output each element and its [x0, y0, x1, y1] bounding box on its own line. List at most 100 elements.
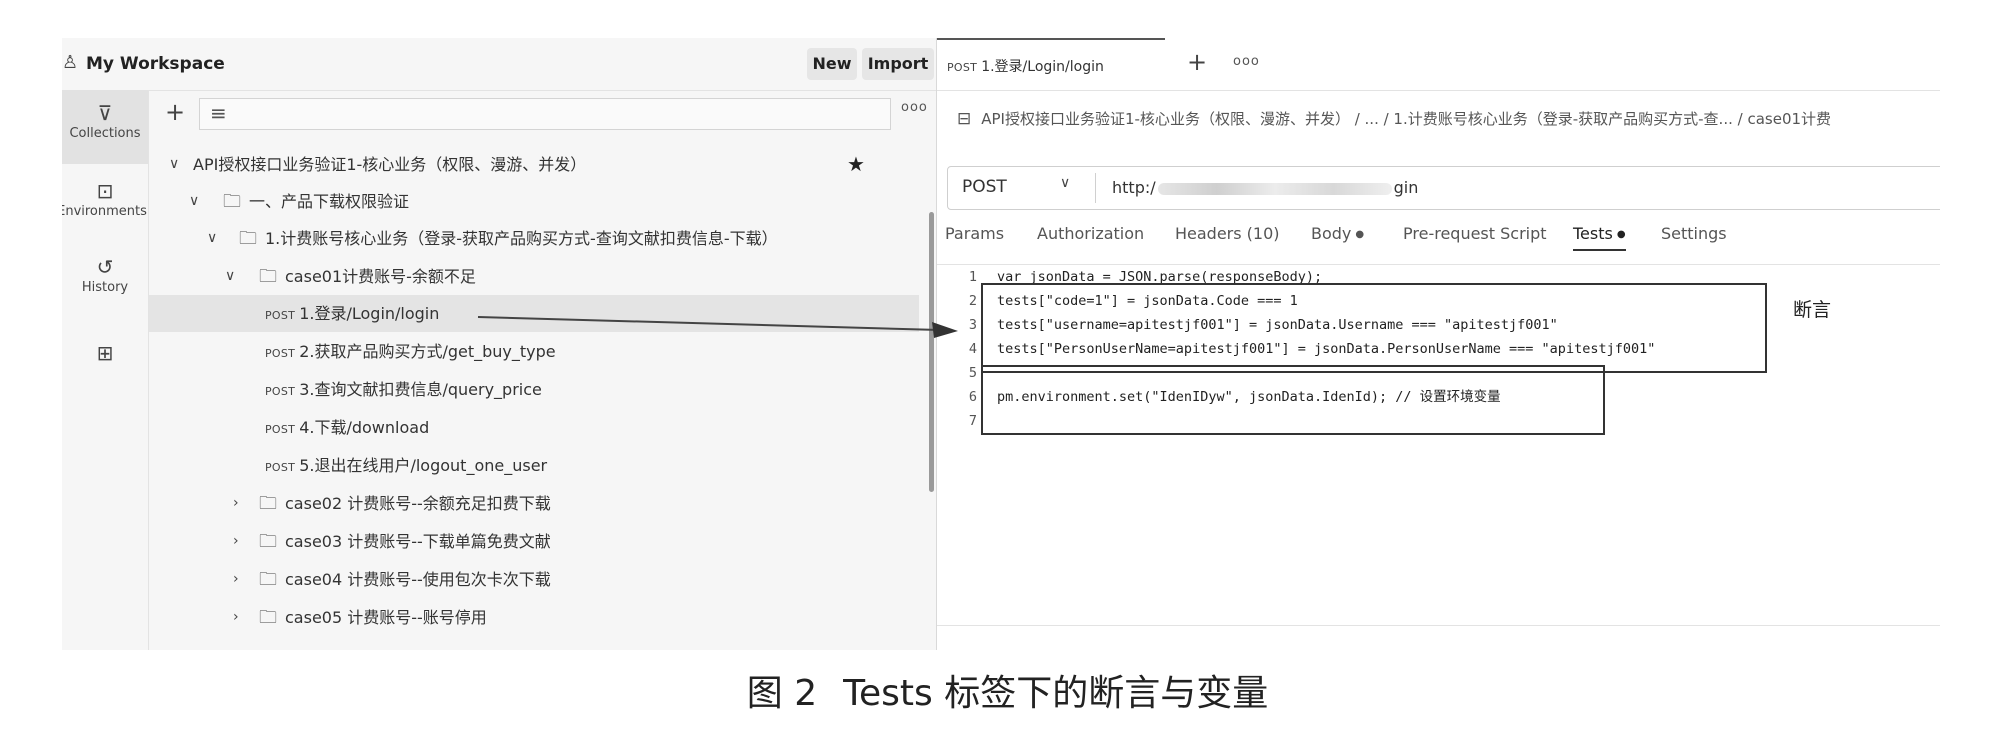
- chevron-down-icon[interactable]: ∨: [1060, 175, 1070, 191]
- collection-row[interactable]: ∨ API授权接口业务验证1-核心业务（权限、漫游、并发） ★: [149, 146, 919, 183]
- rail-label: History: [81, 280, 129, 295]
- assertion-highlight-box: [981, 283, 1767, 373]
- left-sidebar: ♙ My Workspace New Import ⊽ Collections …: [62, 38, 937, 650]
- tab-tests[interactable]: Tests ●: [1573, 224, 1626, 251]
- figure-caption: 图 2 Tests 标签下的断言与变量: [0, 664, 2015, 716]
- api-icon: ⊟: [957, 109, 972, 129]
- tab-title: 1.登录/Login/login: [981, 59, 1104, 75]
- chevron-right-icon: ›: [233, 609, 239, 625]
- tab-tests-label: Tests: [1573, 224, 1613, 243]
- filter-input[interactable]: ≡: [199, 98, 891, 130]
- rail-history[interactable]: ↺ History: [62, 248, 148, 318]
- folder-icon: 🗀: [259, 531, 277, 552]
- tab-params[interactable]: Params: [945, 224, 1004, 243]
- request-label: 4.下载/download: [299, 418, 430, 437]
- method-badge: POST: [265, 309, 296, 322]
- request-row[interactable]: POST 5.退出在线用户/logout_one_user: [149, 447, 919, 484]
- folder-label: case05 计费账号--账号停用: [285, 608, 487, 627]
- url-input[interactable]: http:/ gin: [1112, 178, 1418, 197]
- tab-pre-request-script[interactable]: Pre-request Script: [1403, 224, 1547, 243]
- rail-add-apps[interactable]: ⊞: [62, 332, 148, 382]
- tab-authorization[interactable]: Authorization: [1037, 224, 1144, 243]
- chevron-down-icon: ∨: [189, 193, 200, 209]
- request-row[interactable]: POST 4.下载/download: [149, 409, 919, 446]
- rail-label: Collections: [69, 126, 141, 141]
- rail-label: Environments: [62, 204, 147, 219]
- url-divider: [1095, 173, 1096, 203]
- nav-rail: ⊽ Collections ⊡ Environments ↺ History ⊞: [62, 90, 149, 650]
- collection-tree: + ≡ ooo ∨ API授权接口业务验证1-核心业务（权限、漫游、并发） ★ …: [149, 90, 936, 650]
- line-number: 3: [968, 317, 977, 333]
- import-button[interactable]: Import: [862, 48, 934, 80]
- request-label: 2.获取产品购买方式/get_buy_type: [299, 342, 556, 361]
- chevron-down-icon: ∨: [225, 268, 236, 284]
- rail-environments[interactable]: ⊡ Environments: [62, 170, 148, 244]
- line-number: 2: [968, 293, 977, 309]
- collection-label: API授权接口业务验证1-核心业务（权限、漫游、并发）: [193, 155, 587, 174]
- breadcrumb-text[interactable]: API授权接口业务验证1-核心业务（权限、漫游、并发） / ... / 1.计费…: [981, 110, 1831, 128]
- request-row[interactable]: POST 3.查询文献扣费信息/query_price: [149, 371, 919, 408]
- url-end: gin: [1393, 178, 1419, 197]
- tree-scrollbar[interactable]: [929, 212, 934, 492]
- tab-settings[interactable]: Settings: [1661, 224, 1727, 243]
- new-tab-button[interactable]: +: [1187, 48, 1207, 76]
- tab-headers[interactable]: Headers (10): [1175, 224, 1280, 243]
- folder-row[interactable]: ∨ 🗀 1.计费账号核心业务（登录-获取产品购买方式-查询文献扣费信息-下载）: [149, 220, 919, 257]
- url-bar: POST ∨ http:/ gin: [947, 166, 1940, 210]
- folder-label: case01计费账号-余额不足: [285, 267, 476, 286]
- chevron-down-icon: ∨: [169, 156, 180, 172]
- folder-row[interactable]: › 🗀 case02 计费账号--余额充足扣费下载: [149, 485, 919, 522]
- new-button[interactable]: New: [807, 48, 857, 80]
- request-row[interactable]: POST 2.获取产品购买方式/get_buy_type: [149, 333, 919, 370]
- request-tab[interactable]: POST 1.登录/Login/login: [937, 38, 1165, 90]
- user-icon: ♙: [62, 52, 79, 73]
- modified-dot-icon: ●: [1616, 229, 1626, 240]
- method-badge: POST: [265, 423, 296, 436]
- folder-row[interactable]: › 🗀 case04 计费账号--使用包次卡次下载: [149, 561, 919, 598]
- url-start: http:/: [1112, 178, 1156, 197]
- line-number: 5: [968, 365, 977, 381]
- folder-label: case04 计费账号--使用包次卡次下载: [285, 570, 551, 589]
- url-redacted: [1157, 182, 1392, 195]
- more-options-icon[interactable]: ooo: [1233, 54, 1260, 69]
- method-select[interactable]: POST: [962, 177, 1007, 197]
- folder-icon: 🗀: [259, 569, 277, 590]
- test-script-editor[interactable]: 1 var jsonData = JSON.parse(responseBody)…: [937, 264, 1940, 626]
- folder-icon: 🗀: [223, 191, 241, 212]
- collections-icon: ⊽: [97, 101, 113, 125]
- folder-row[interactable]: ∨ 🗀 case01计费账号-余额不足: [149, 258, 919, 295]
- request-subtabs: Params Authorization Headers (10) Body ● …: [937, 224, 1940, 260]
- line-number: 6: [968, 389, 977, 405]
- line-number: 1: [968, 269, 977, 285]
- star-icon[interactable]: ★: [847, 146, 865, 183]
- more-options-icon[interactable]: ooo: [901, 100, 928, 115]
- postman-window: ♙ My Workspace New Import ⊽ Collections …: [62, 38, 1940, 650]
- folder-label: case03 计费账号--下载单篇免费文献: [285, 532, 551, 551]
- chevron-down-icon: ∨: [207, 230, 218, 246]
- chevron-right-icon: ›: [233, 495, 239, 511]
- chevron-right-icon: ›: [233, 571, 239, 587]
- tree-toolbar: + ≡ ooo: [149, 90, 936, 136]
- workspace-title[interactable]: My Workspace: [86, 54, 225, 74]
- method-badge: POST: [947, 61, 978, 74]
- history-icon: ↺: [96, 255, 114, 279]
- modified-dot-icon: ●: [1355, 229, 1365, 240]
- folder-icon: 🗀: [259, 493, 277, 514]
- folder-row[interactable]: › 🗀 case05 计费账号--账号停用: [149, 599, 919, 636]
- rail-collections[interactable]: ⊽ Collections: [62, 90, 148, 164]
- folder-icon: 🗀: [259, 607, 277, 628]
- folder-row[interactable]: ∨ 🗀 一、产品下载权限验证: [149, 183, 919, 220]
- request-row[interactable]: POST 1.登录/Login/login: [149, 295, 919, 332]
- tab-body[interactable]: Body ●: [1311, 224, 1364, 243]
- add-app-icon: ⊞: [96, 341, 114, 365]
- chevron-right-icon: ›: [233, 533, 239, 549]
- folder-label: case02 计费账号--余额充足扣费下载: [285, 494, 551, 513]
- request-label: 5.退出在线用户/logout_one_user: [299, 456, 548, 475]
- caption-number: 图 2: [746, 673, 818, 714]
- add-collection-button[interactable]: +: [165, 98, 185, 126]
- folder-icon: 🗀: [239, 228, 257, 249]
- folder-row[interactable]: › 🗀 case03 计费账号--下载单篇免费文献: [149, 523, 919, 560]
- method-badge: POST: [265, 347, 296, 360]
- tab-body-label: Body: [1311, 224, 1352, 243]
- method-badge: POST: [265, 385, 296, 398]
